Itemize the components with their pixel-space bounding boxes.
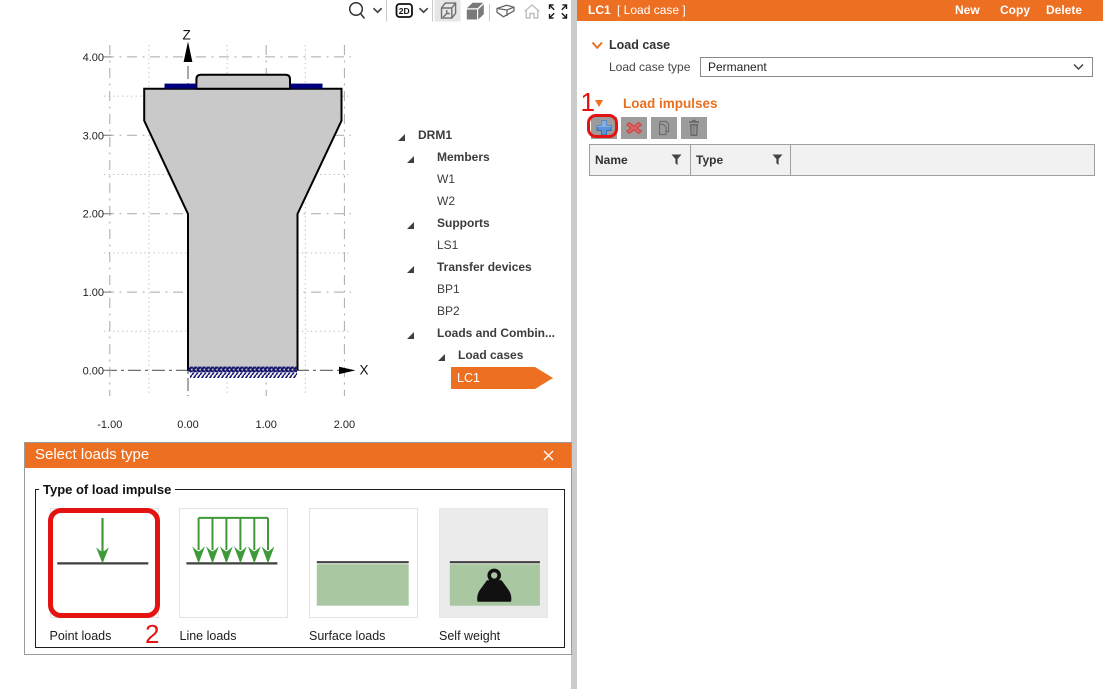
svg-text:3.00: 3.00 <box>83 130 104 142</box>
svg-text:0.00: 0.00 <box>177 419 198 431</box>
svg-text:2.00: 2.00 <box>334 419 355 431</box>
svg-text:2.00: 2.00 <box>83 209 104 221</box>
svg-text:1.00: 1.00 <box>255 419 276 431</box>
svg-text:4.00: 4.00 <box>83 52 104 64</box>
svg-text:-1.00: -1.00 <box>97 419 122 431</box>
svg-text:X: X <box>360 363 369 378</box>
svg-text:0.00: 0.00 <box>83 366 104 378</box>
svg-text:1.00: 1.00 <box>83 287 104 299</box>
svg-text:2D: 2D <box>399 6 410 16</box>
svg-text:Z: Z <box>183 28 191 43</box>
